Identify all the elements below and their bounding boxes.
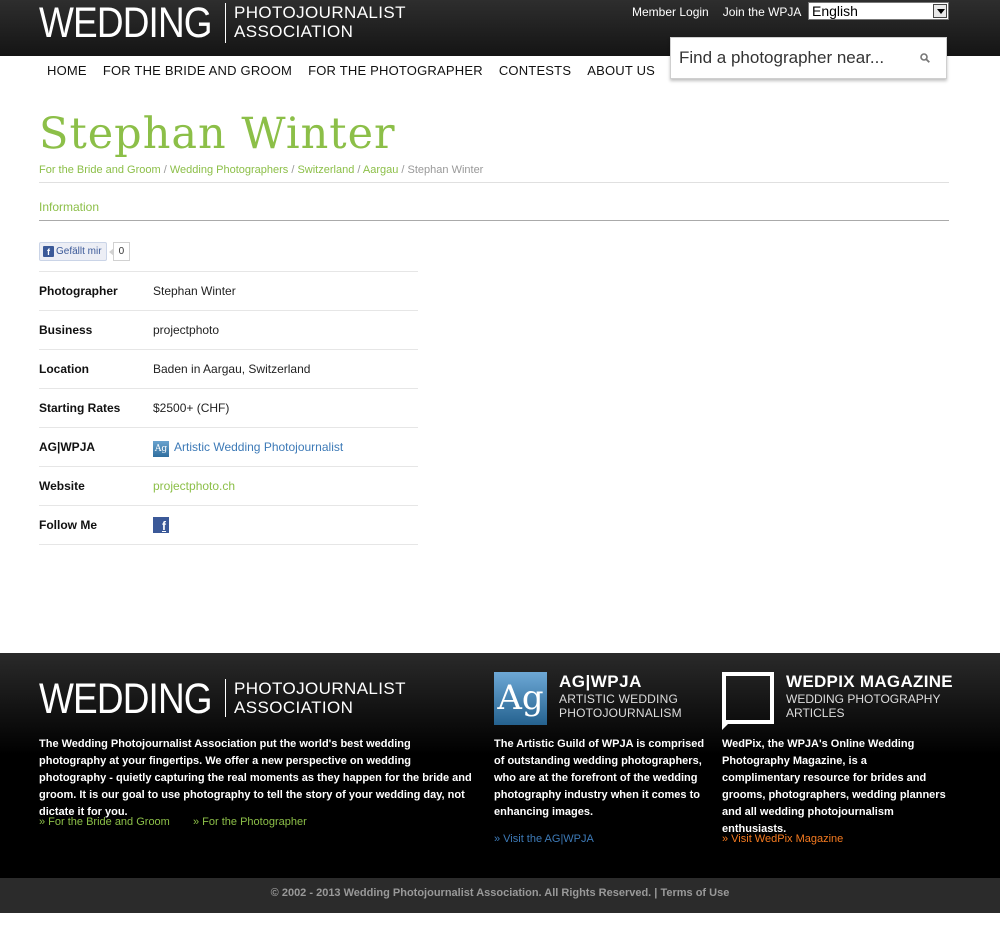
breadcrumb-bride-groom[interactable]: For the Bride and Groom bbox=[39, 164, 161, 176]
footer-wpja-logo[interactable]: WEDDING PHOTOJOURNALIST ASSOCIATION bbox=[39, 675, 406, 723]
search-input[interactable] bbox=[679, 48, 909, 68]
info-row-location: Location Baden in Aargau, Switzerland bbox=[39, 350, 418, 389]
nav-photographer[interactable]: FOR THE PHOTOGRAPHER bbox=[300, 63, 491, 79]
logo-wordmark: WEDDING bbox=[39, 0, 213, 47]
wedpix-logo-icon bbox=[722, 672, 774, 730]
facebook-icon: f bbox=[43, 246, 54, 257]
ag-wpja-logo-icon: Ag bbox=[494, 672, 547, 725]
footer-link-ag-wpja[interactable]: » Visit the AG|WPJA bbox=[494, 832, 594, 846]
wedpix-logo[interactable]: WEDPIX MAGAZINE WEDDING PHOTOGRAPHY ARTI… bbox=[722, 672, 953, 730]
wedpix-logo-title: WEDPIX MAGAZINE bbox=[786, 672, 953, 691]
footer-link-photographer[interactable]: » For the Photographer bbox=[193, 815, 307, 829]
chevron-down-icon[interactable] bbox=[933, 4, 947, 18]
breadcrumb: For the Bride and Groom / Wedding Photog… bbox=[39, 164, 484, 176]
info-label: Website bbox=[39, 479, 85, 493]
info-value-location: Baden in Aargau, Switzerland bbox=[153, 362, 311, 376]
logo-subtitle-line2: ASSOCIATION bbox=[234, 698, 354, 717]
language-select[interactable]: English bbox=[808, 2, 949, 20]
breadcrumb-aargau[interactable]: Aargau bbox=[363, 164, 398, 176]
info-value-rates: $2500+ (CHF) bbox=[153, 401, 230, 415]
divider bbox=[39, 182, 949, 183]
divider bbox=[39, 220, 949, 221]
info-label: AG|WPJA bbox=[39, 440, 96, 454]
page-title: Stephan Winter bbox=[39, 109, 396, 159]
wpja-logo[interactable]: WEDDING PHOTOJOURNALIST ASSOCIATION bbox=[39, 1, 406, 45]
info-value-business: projectphoto bbox=[153, 323, 220, 337]
footer-wedpix-text: WedPix, the WPJA's Online Wedding Photog… bbox=[722, 738, 946, 835]
ag-wpja-icon: Ag bbox=[153, 441, 169, 457]
wedpix-logo-sub1: WEDDING PHOTOGRAPHY bbox=[786, 692, 941, 706]
info-value-agwpja: Ag Artistic Wedding Photojournalist bbox=[153, 439, 343, 457]
info-row-agwpja: AG|WPJA Ag Artistic Wedding Photojournal… bbox=[39, 428, 418, 467]
nav-home[interactable]: HOME bbox=[39, 63, 95, 79]
nav-contests[interactable]: CONTESTS bbox=[491, 63, 579, 79]
wedpix-logo-text: WEDPIX MAGAZINE WEDDING PHOTOGRAPHY ARTI… bbox=[786, 672, 953, 724]
ag-wpja-logo-sub2: PHOTOJOURNALISM bbox=[559, 706, 682, 720]
ag-wpja-logo-title: AG|WPJA bbox=[559, 672, 642, 691]
info-label: Business bbox=[39, 323, 93, 337]
breadcrumb-switzerland[interactable]: Switzerland bbox=[297, 164, 354, 176]
facebook-like-widget: f Gefällt mir 0 bbox=[39, 242, 131, 261]
website-link[interactable]: projectphoto.ch bbox=[153, 479, 235, 493]
footer: WEDDING PHOTOJOURNALIST ASSOCIATION The … bbox=[0, 653, 1000, 878]
language-selected: English bbox=[812, 3, 858, 19]
facebook-like-button[interactable]: f Gefällt mir bbox=[39, 242, 107, 261]
footer-ag-text: The Artistic Guild of WPJA is comprised … bbox=[494, 738, 705, 818]
ag-wpja-logo-text: AG|WPJA ARTISTIC WEDDING PHOTOJOURNALISM bbox=[559, 672, 682, 725]
facebook-icon[interactable]: f bbox=[153, 517, 169, 533]
info-label: Starting Rates bbox=[39, 401, 121, 415]
logo-subtitle: PHOTOJOURNALIST ASSOCIATION bbox=[234, 677, 406, 719]
ag-wpja-link[interactable]: Artistic Wedding Photojournalist bbox=[174, 440, 343, 454]
info-label: Photographer bbox=[39, 284, 118, 298]
info-label: Follow Me bbox=[39, 518, 97, 532]
footer-link-wedpix[interactable]: » Visit WedPix Magazine bbox=[722, 832, 843, 846]
section-heading-information: Information bbox=[39, 200, 100, 214]
info-value-photographer: Stephan Winter bbox=[153, 284, 236, 298]
logo-subtitle: PHOTOJOURNALIST ASSOCIATION bbox=[234, 1, 406, 45]
photographer-info-table: Photographer Stephan Winter Business pro… bbox=[39, 271, 418, 545]
footer-wpja-text: The Wedding Photojournalist Association … bbox=[39, 738, 472, 818]
search-icon[interactable] bbox=[920, 53, 930, 63]
info-row-photographer: Photographer Stephan Winter bbox=[39, 272, 418, 311]
info-row-business: Business projectphoto bbox=[39, 311, 418, 350]
logo-wordmark: WEDDING bbox=[39, 675, 213, 723]
info-label: Location bbox=[39, 362, 89, 376]
facebook-like-label: Gefällt mir bbox=[56, 246, 102, 257]
info-value-website: projectphoto.ch bbox=[153, 479, 235, 493]
ag-wpja-logo-sub1: ARTISTIC WEDDING bbox=[559, 692, 678, 706]
logo-subtitle-line1: PHOTOJOURNALIST bbox=[234, 679, 406, 698]
info-row-website: Website projectphoto.ch bbox=[39, 467, 418, 506]
facebook-like-count: 0 bbox=[108, 242, 131, 261]
breadcrumb-current: Stephan Winter bbox=[407, 164, 484, 176]
terms-of-use-link[interactable]: Terms of Use bbox=[660, 887, 729, 899]
logo-divider bbox=[225, 3, 226, 43]
main-nav: HOME FOR THE BRIDE AND GROOM FOR THE PHO… bbox=[39, 63, 663, 79]
photographer-search bbox=[670, 37, 947, 79]
footer-link-bride-groom[interactable]: » For the Bride and Groom bbox=[39, 815, 170, 829]
info-row-rates: Starting Rates $2500+ (CHF) bbox=[39, 389, 418, 428]
info-value-follow: f bbox=[153, 517, 169, 533]
nav-about[interactable]: ABOUT US bbox=[579, 63, 663, 79]
copyright-text: © 2002 - 2013 Wedding Photojournalist As… bbox=[270, 887, 658, 899]
top-links: Member Login Join the WPJA bbox=[632, 5, 801, 19]
info-row-follow: Follow Me f bbox=[39, 506, 418, 545]
logo-divider bbox=[225, 679, 226, 717]
wedpix-logo-sub2: ARTICLES bbox=[786, 706, 845, 720]
logo-subtitle-line1: PHOTOJOURNALIST bbox=[234, 3, 406, 22]
breadcrumb-wedding-photographers[interactable]: Wedding Photographers bbox=[170, 164, 288, 176]
ag-wpja-logo[interactable]: Ag AG|WPJA ARTISTIC WEDDING PHOTOJOURNAL… bbox=[494, 672, 682, 725]
join-wpja-link[interactable]: Join the WPJA bbox=[723, 5, 802, 19]
nav-bride-groom[interactable]: FOR THE BRIDE AND GROOM bbox=[95, 63, 300, 79]
copyright-bar: © 2002 - 2013 Wedding Photojournalist As… bbox=[0, 878, 1000, 913]
logo-subtitle-line2: ASSOCIATION bbox=[234, 22, 354, 41]
member-login-link[interactable]: Member Login bbox=[632, 5, 709, 19]
